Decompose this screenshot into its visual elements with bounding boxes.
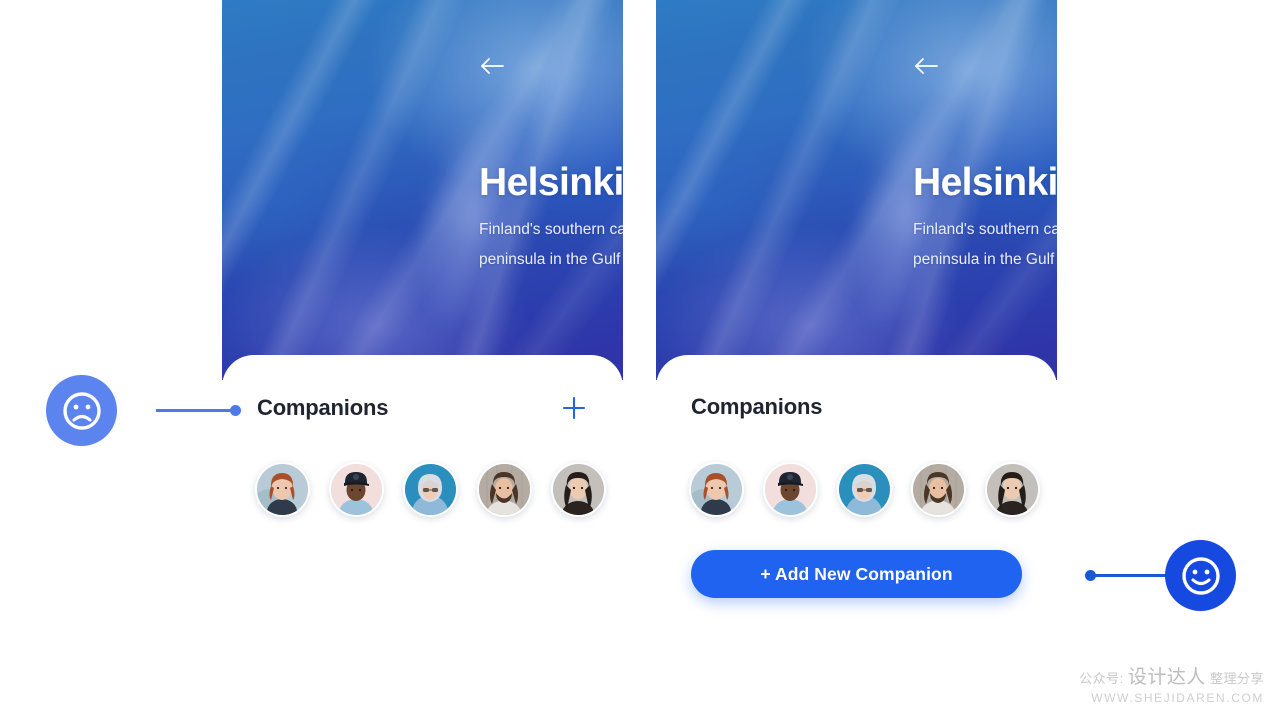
phone-screen-before: Helsinki. Finland's southern capital sit… [222, 0, 623, 720]
avatar-person-in-hoodie [405, 464, 456, 515]
section-title: Companions [691, 394, 823, 419]
companion-avatar[interactable] [477, 462, 532, 517]
avatar-bearded-man [479, 464, 530, 515]
watermark-prefix: 公众号: [1079, 671, 1124, 687]
annotation-connector-line [156, 409, 231, 412]
avatar-bearded-man [913, 464, 964, 515]
phone-screen-after: Helsinki. Finland's southern capital sit… [656, 0, 1057, 720]
annotation-endpoint-dot [230, 405, 241, 416]
annotation-negative [46, 375, 246, 446]
companion-avatar[interactable] [763, 462, 818, 517]
watermark-url: WWW.SHEJIDAREN.COM [1091, 691, 1264, 705]
back-button[interactable] [913, 52, 943, 80]
watermark-brand: 设计达人 [1127, 667, 1206, 689]
arrow-left-icon [915, 58, 938, 74]
plus-icon [562, 396, 586, 420]
avatar-dark-hair-woman [553, 464, 604, 515]
companion-avatar[interactable] [911, 462, 966, 517]
avatar-man-with-cap [765, 464, 816, 515]
companion-avatar[interactable] [329, 462, 384, 517]
add-companion-icon-button[interactable] [560, 394, 588, 422]
add-new-companion-button[interactable]: + Add New Companion [691, 550, 1022, 598]
companions-header: Companions [691, 394, 1029, 420]
companions-header: Companions [257, 394, 595, 422]
page-subtitle: Finland's southern capital sits on a pen… [479, 221, 623, 268]
avatar-redhead-woman [257, 464, 308, 515]
page-title: Helsinki. [479, 161, 623, 204]
companion-avatar[interactable] [403, 462, 458, 517]
companions-sheet: Companions [222, 355, 623, 720]
back-button[interactable] [479, 52, 509, 80]
annotation-positive [1080, 540, 1280, 611]
companion-avatar-list [689, 462, 1040, 517]
page-title: Helsinki. [913, 161, 1057, 204]
section-title: Companions [257, 395, 389, 420]
sad-face-icon [62, 391, 101, 430]
watermark-tag: 整理分享 [1209, 671, 1264, 687]
annotation-endpoint-dot [1085, 570, 1096, 581]
companion-avatar[interactable] [689, 462, 744, 517]
companion-avatar[interactable] [255, 462, 310, 517]
avatar-dark-hair-woman [987, 464, 1038, 515]
happy-face-icon [1181, 556, 1220, 595]
avatar-redhead-woman [691, 464, 742, 515]
negative-marker-bubble [46, 375, 117, 446]
companion-avatar[interactable] [985, 462, 1040, 517]
companion-avatar[interactable] [837, 462, 892, 517]
watermark: 公众号: 设计达人 整理分享 WWW.SHEJIDAREN.COM [1079, 666, 1264, 706]
screenshot-stage: Helsinki. Finland's southern capital sit… [0, 0, 1280, 720]
arrow-left-icon [481, 58, 504, 74]
page-subtitle: Finland's southern capital sits on a pen… [913, 221, 1057, 268]
avatar-person-in-hoodie [839, 464, 890, 515]
annotation-connector-line [1094, 574, 1172, 577]
positive-marker-bubble [1165, 540, 1236, 611]
companion-avatar[interactable] [551, 462, 606, 517]
companion-avatar-list [255, 462, 606, 517]
watermark-brand-line: 公众号: 设计达人 整理分享 [1079, 666, 1264, 690]
avatar-man-with-cap [331, 464, 382, 515]
companions-sheet: Companions [656, 355, 1057, 720]
